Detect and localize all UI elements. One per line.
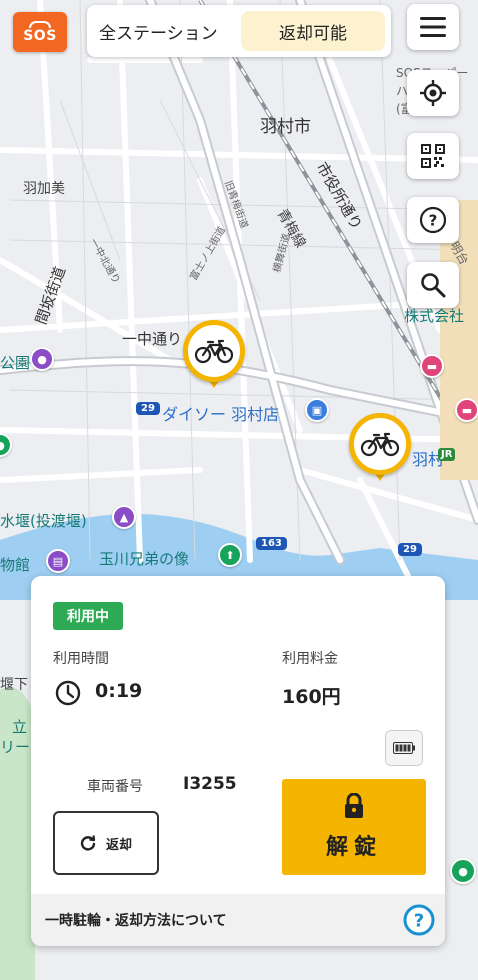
map-pin-green-2: ● [450, 858, 476, 884]
battery-icon [393, 742, 415, 754]
trip-panel: 利用中 利用時間 0:19 利用料金 160円 車両番号 I3255 返却 解錠… [31, 576, 445, 946]
help-circle-icon: ? [419, 206, 447, 234]
parking-return-info[interactable]: 一時駐輪・返却方法について ? [31, 894, 445, 946]
route-shield-29: 29 [136, 402, 160, 415]
current-location-button[interactable] [407, 70, 459, 116]
qr-code-icon [421, 144, 445, 168]
vehicle-number-label: 車両番号 [87, 779, 143, 795]
clock-icon [55, 680, 81, 706]
battery-indicator [385, 730, 423, 766]
return-button[interactable]: 返却 [53, 811, 159, 875]
sos-label: SOS [23, 28, 57, 44]
vehicle-number-value: I3255 [183, 774, 237, 794]
route-shield-29-b: 29 [398, 543, 422, 556]
map-label-hakami: 羽加美 [23, 181, 65, 197]
bike-station-marker[interactable] [183, 320, 245, 396]
map-label-ichinaka-dori: 一中通り [122, 330, 183, 348]
unlock-button[interactable]: 解錠 [282, 779, 426, 875]
sos-signal-icon [29, 21, 51, 28]
search-icon [421, 273, 446, 298]
status-badge: 利用中 [53, 602, 123, 630]
route-shield-163: 163 [256, 537, 287, 550]
unlock-label: 解錠 [325, 835, 382, 860]
search-button[interactable] [407, 262, 459, 308]
landmark-icon: ▲ [112, 505, 136, 529]
help-circle-icon[interactable]: ? [403, 904, 435, 936]
map-label-shita: 堰下 [0, 677, 28, 693]
map-label-hamura-city: 羽村市 [260, 117, 311, 137]
map-label-daiso: ダイソー 羽村店 [162, 405, 280, 424]
filter-all-stations[interactable]: 全ステーション [99, 19, 241, 44]
usage-fee-label: 利用料金 [282, 651, 338, 667]
hotel-icon-2: ▬ [455, 398, 478, 422]
return-label: 返却 [105, 837, 132, 853]
help-button[interactable]: ? [407, 197, 459, 243]
qr-scan-button[interactable] [407, 133, 459, 179]
statue-icon: ⬆ [218, 543, 242, 567]
usage-time-value: 0:19 [95, 680, 143, 702]
map-label-koen: 公園 [0, 354, 31, 372]
shopping-bag-icon: ▣ [305, 398, 329, 422]
filter-returnable[interactable]: 返却可能 [241, 11, 385, 51]
bicycle-icon [360, 432, 400, 457]
map-label-mizu-seki: 水堰(投渡堰) [0, 512, 87, 530]
jr-badge: JR [438, 448, 456, 461]
map-label-butsukan: 物館 [0, 556, 31, 574]
hotel-icon: ▬ [420, 354, 444, 378]
bicycle-icon [194, 339, 234, 364]
map-label-ri: リー [0, 738, 31, 756]
hamburger-icon [420, 17, 446, 37]
crosshair-icon [420, 80, 446, 106]
map-label-kabushiki: 株式会社 [404, 307, 465, 325]
parking-return-info-text: 一時駐輪・返却方法について [45, 913, 227, 929]
refresh-icon [80, 835, 96, 851]
menu-button[interactable] [407, 4, 459, 50]
lock-icon [345, 793, 363, 818]
park-icon: ● [30, 347, 54, 371]
map-label-ritsu: 立 [12, 718, 28, 736]
sos-button[interactable]: SOS [13, 12, 67, 52]
bike-station-marker-2[interactable] [349, 413, 411, 489]
usage-fee-value: 160円 [282, 686, 341, 708]
usage-time-label: 利用時間 [53, 651, 109, 667]
map-label-tamagawa-statue: 玉川兄弟の像 [99, 550, 190, 568]
svg-text:?: ? [429, 212, 438, 230]
museum-icon: ▤ [46, 549, 70, 573]
svg-text:?: ? [414, 911, 424, 932]
station-filter: 全ステーション 返却可能 [87, 5, 391, 57]
